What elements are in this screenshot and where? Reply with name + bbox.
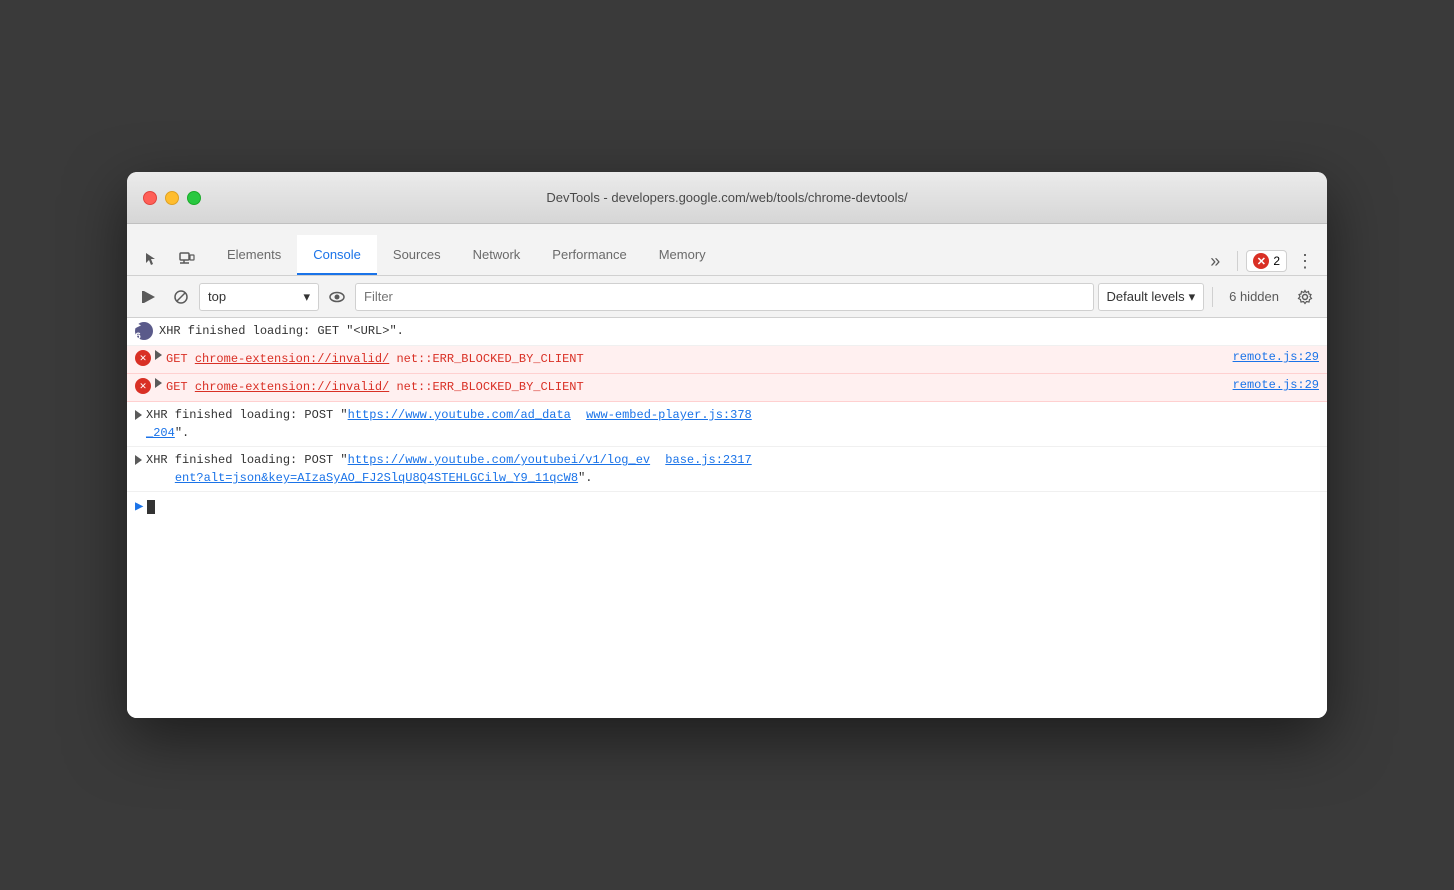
log-text-xhr2: XHR finished loading: POST "https://www.…	[146, 406, 1319, 442]
error-count-badge[interactable]: ✕ 2	[1246, 250, 1287, 272]
error-circle-2: ✕	[135, 378, 151, 394]
log-source-4[interactable]: base.js:2317	[657, 453, 751, 467]
log-text-xhr1: XHR finished loading: GET "<URL>".	[159, 322, 1319, 340]
xhr2-url[interactable]: https://www.youtube.com/ad_data	[348, 408, 571, 422]
console-toolbar: top ▾ Default levels ▾ 6 hidden	[127, 276, 1327, 318]
more-tabs-button[interactable]: »	[1201, 247, 1229, 275]
prompt-arrow-icon: ▶	[135, 498, 143, 515]
toolbar-divider	[1212, 287, 1213, 307]
settings-button[interactable]	[1291, 283, 1319, 311]
main-tabs: Elements Console Sources Network Perform…	[211, 235, 1201, 275]
log-source-2[interactable]: remote.js:29	[1217, 378, 1319, 392]
hidden-count: 6 hidden	[1221, 289, 1287, 304]
console-cursor	[147, 500, 155, 514]
filter-input[interactable]	[355, 283, 1094, 311]
tab-performance[interactable]: Performance	[536, 235, 642, 275]
console-content: ▶ 6 XHR finished loading: GET "<URL>". ✕…	[127, 318, 1327, 718]
error-url-1[interactable]: chrome-extension://invalid/	[195, 352, 389, 366]
tabs-right-controls: » ✕ 2 ⋮	[1201, 247, 1319, 275]
tabs-bar: Elements Console Sources Network Perform…	[127, 224, 1327, 276]
error-icon: ✕	[1253, 253, 1269, 269]
maximize-button[interactable]	[187, 191, 201, 205]
tab-network[interactable]: Network	[457, 235, 537, 275]
devtools-window: DevTools - developers.google.com/web/too…	[127, 172, 1327, 718]
log-entry-xhr3[interactable]: XHR finished loading: POST "https://www.…	[127, 447, 1327, 492]
expand-arrow-3	[135, 410, 142, 420]
expand-arrow-2	[155, 378, 162, 388]
error-message-1: net::ERR_BLOCKED_BY_CLIENT	[396, 352, 583, 366]
close-button[interactable]	[143, 191, 157, 205]
traffic-lights	[143, 191, 201, 205]
expand-arrow-1	[155, 350, 162, 360]
log-entry-xhr1[interactable]: ▶ 6 XHR finished loading: GET "<URL>".	[127, 318, 1327, 346]
log-text-xhr3: XHR finished loading: POST "https://www.…	[146, 451, 1319, 487]
window-title: DevTools - developers.google.com/web/too…	[546, 190, 907, 205]
inspect-element-button[interactable]	[135, 243, 167, 275]
minimize-button[interactable]	[165, 191, 179, 205]
eye-button[interactable]	[323, 283, 351, 311]
get-label-2: GET	[166, 380, 195, 394]
divider	[1237, 251, 1238, 271]
log-entry-xhr2[interactable]: XHR finished loading: POST "https://www.…	[127, 402, 1327, 447]
clear-console-button[interactable]	[135, 283, 163, 311]
log-entry-err2[interactable]: ✕ GET chrome-extension://invalid/ net::E…	[127, 374, 1327, 402]
context-selector[interactable]: top ▾	[199, 283, 319, 311]
tab-left-icons	[135, 243, 203, 275]
tab-memory[interactable]: Memory	[643, 235, 722, 275]
titlebar: DevTools - developers.google.com/web/too…	[127, 172, 1327, 224]
more-options-button[interactable]: ⋮	[1291, 247, 1319, 275]
error-url-2[interactable]: chrome-extension://invalid/	[195, 380, 389, 394]
log-text-err1: GET chrome-extension://invalid/ net::ERR…	[166, 350, 1217, 368]
get-label-1: GET	[166, 352, 195, 366]
xhr3-url-suffix: ent?alt=json&key=AIzaSyAO_FJ2SlqU8Q4STEH…	[175, 471, 578, 485]
devtools-body: Elements Console Sources Network Perform…	[127, 224, 1327, 718]
error-circle-1: ✕	[135, 350, 151, 366]
xhr-count-badge: ▶ 6	[135, 322, 153, 340]
tab-console[interactable]: Console	[297, 235, 377, 275]
tab-sources[interactable]: Sources	[377, 235, 457, 275]
log-text-err2: GET chrome-extension://invalid/ net::ERR…	[166, 378, 1217, 396]
device-toolbar-button[interactable]	[171, 243, 203, 275]
tab-elements[interactable]: Elements	[211, 235, 297, 275]
log-source-1[interactable]: remote.js:29	[1217, 350, 1319, 364]
error-message-2: net::ERR_BLOCKED_BY_CLIENT	[396, 380, 583, 394]
error-count: 2	[1273, 254, 1280, 268]
levels-selector[interactable]: Default levels ▾	[1098, 283, 1205, 311]
log-entry-err1[interactable]: ✕ GET chrome-extension://invalid/ net::E…	[127, 346, 1327, 374]
block-requests-button[interactable]	[167, 283, 195, 311]
xhr3-url[interactable]: https://www.youtube.com/youtubei/v1/log_…	[348, 453, 650, 467]
console-prompt-line[interactable]: ▶	[127, 492, 1327, 521]
expand-arrow-4	[135, 455, 142, 465]
